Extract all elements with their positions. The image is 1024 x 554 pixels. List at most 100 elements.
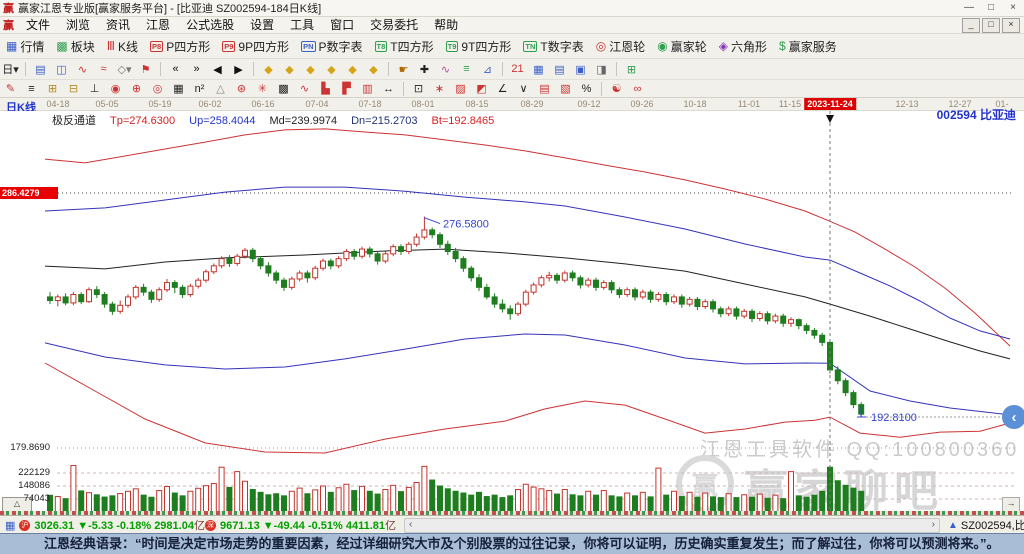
gann-diamond-2[interactable]: ◆ xyxy=(280,61,299,77)
gann-diamond-1[interactable]: ◆ xyxy=(259,61,278,77)
fib-lines-tool[interactable]: ≡ xyxy=(22,81,41,97)
t-table-button[interactable]: TN T数字表 xyxy=(518,36,588,56)
rays-tool[interactable]: ✳ xyxy=(253,81,272,97)
gann-diamond-6[interactable]: ◆ xyxy=(364,61,383,77)
maximize-button[interactable]: □ xyxy=(980,1,1002,15)
indicator-dropdown[interactable]: ◇▾ xyxy=(115,61,134,77)
angle-tool[interactable]: ∠ xyxy=(493,81,512,97)
crosshair-tool[interactable]: ✚ xyxy=(415,61,434,77)
scroll-left-arrow[interactable]: ‹ xyxy=(409,519,412,531)
p-table-button[interactable]: PN P数字表 xyxy=(296,36,367,56)
hexagon-button[interactable]: ◈ 六角形 xyxy=(714,36,772,56)
t-square-button[interactable]: T8 T四方形 xyxy=(370,36,439,56)
menu-item-公式选股[interactable]: 公式选股 xyxy=(178,17,242,33)
chart-style-icon[interactable]: ▤ xyxy=(31,61,50,77)
menu-item-交易委托[interactable]: 交易委托 xyxy=(362,17,426,33)
save-icon[interactable]: ▣ xyxy=(571,61,590,77)
grid-tool[interactable]: ▦ xyxy=(169,81,188,97)
gann-diamond-3[interactable]: ◆ xyxy=(301,61,320,77)
last-page-button[interactable]: » xyxy=(187,61,206,77)
notebook-icon[interactable]: ▤ xyxy=(550,61,569,77)
window-tool[interactable]: ▥ xyxy=(358,81,377,97)
kline-wave-icon[interactable]: ≈ xyxy=(94,61,113,77)
first-page-button[interactable]: « xyxy=(166,61,185,77)
calendar-21-icon[interactable]: 21 xyxy=(508,61,527,77)
p-square-button[interactable]: P8 P四方形 xyxy=(145,36,215,56)
9p-square-button[interactable]: P9 9P四方形 xyxy=(217,36,294,56)
fan-tool[interactable]: ∗ xyxy=(430,81,449,97)
menu-item-文件[interactable]: 文件 xyxy=(18,17,58,33)
taiji-icon[interactable]: ☯ xyxy=(607,81,626,97)
quote-grid-icon[interactable]: ▦ xyxy=(5,519,15,532)
target-tool[interactable]: ⊛ xyxy=(232,81,251,97)
flag-icon[interactable]: ⚑ xyxy=(136,61,155,77)
shenzhen-index-readout[interactable]: 9671.13 ▼-49.44 -0.51% 4411.81亿 xyxy=(220,517,396,533)
select-tool[interactable]: ⊡ xyxy=(409,81,428,97)
width-tool[interactable]: ↔ xyxy=(379,81,398,97)
minimize-button[interactable]: — xyxy=(958,1,980,15)
gann-diamond-4[interactable]: ◆ xyxy=(322,61,341,77)
arc-tool[interactable]: ◎ xyxy=(148,81,167,97)
shanghai-index-readout[interactable]: 3026.31 ▼-5.33 -0.18% 2981.04亿 xyxy=(34,517,205,533)
shade2-tool[interactable]: ◩ xyxy=(472,81,491,97)
cart-icon[interactable]: ⊞ xyxy=(622,61,641,77)
menu-item-江恩[interactable]: 江恩 xyxy=(138,17,178,33)
scroll-right-arrow[interactable]: › xyxy=(932,519,935,531)
gann-diamond-5[interactable]: ◆ xyxy=(343,61,362,77)
chart-window-icon[interactable]: ◫ xyxy=(52,61,71,77)
grid3-tool[interactable]: ▧ xyxy=(556,81,575,97)
date-axis[interactable]: 日K线 04-18 05-05 05-19 06-02 06-16 07-04 07-18 0… xyxy=(0,98,1024,119)
mdi-restore-button[interactable]: □ xyxy=(982,17,1000,33)
infinity-icon[interactable]: ∞ xyxy=(628,81,647,97)
draw-pen-tool[interactable]: ✎ xyxy=(1,81,20,97)
horizontal-scrollbar[interactable]: ‹ › xyxy=(404,517,941,533)
prev-button[interactable]: ◀ xyxy=(208,61,227,77)
kline-curve-icon[interactable]: ∿ xyxy=(73,61,92,77)
gann-grid9-tool[interactable]: ⊟ xyxy=(64,81,83,97)
kline-chart-area[interactable]: 江恩工具软件 QQ:100800360 赢 赢家聊吧 276.5800192.8… xyxy=(0,108,1024,516)
mdi-close-button[interactable]: × xyxy=(1002,17,1020,33)
box-tool[interactable]: ▩ xyxy=(274,81,293,97)
menu-item-工具[interactable]: 工具 xyxy=(282,17,322,33)
menu-item-资讯[interactable]: 资讯 xyxy=(98,17,138,33)
vee-tool[interactable]: ∨ xyxy=(514,81,533,97)
gann-grid-tool[interactable]: ⊞ xyxy=(43,81,62,97)
side-panel-toggle-button[interactable]: ‹ xyxy=(1002,405,1024,429)
grid2-tool[interactable]: ▤ xyxy=(535,81,554,97)
low-price-annotation: 192.8100 xyxy=(871,412,917,424)
lines-tool[interactable]: ≡ xyxy=(457,61,476,77)
time-cycle-tool[interactable]: ⊕ xyxy=(127,81,146,97)
quotes-button[interactable]: ▦ 行情 xyxy=(1,36,49,56)
winner-wheel-button[interactable]: ◉ 赢家轮 xyxy=(652,36,712,56)
next-button[interactable]: ▶ xyxy=(229,61,248,77)
menu-item-设置[interactable]: 设置 xyxy=(242,17,282,33)
wave-tool[interactable]: ∿ xyxy=(295,81,314,97)
shade-tool[interactable]: ▨ xyxy=(451,81,470,97)
current-stock-indicator[interactable]: ▲ SZ002594,比亚迪 xyxy=(948,517,1024,533)
sectors-button[interactable]: ▩ 板块 xyxy=(51,36,99,56)
gann-wheel-button[interactable]: ◎ 江恩轮 xyxy=(591,36,651,56)
winner-service-button[interactable]: $ 赢家服务 xyxy=(774,36,842,56)
mdi-minimize-button[interactable]: _ xyxy=(962,17,980,33)
tower-tool[interactable]: ▙ xyxy=(316,81,335,97)
curve-tool[interactable]: ∿ xyxy=(436,61,455,77)
hand-tool[interactable]: ☛ xyxy=(394,61,413,77)
scroll-right-mini-button[interactable]: → xyxy=(1002,497,1020,512)
printer-icon[interactable]: ◨ xyxy=(592,61,611,77)
angle-a-tool[interactable]: △ xyxy=(211,81,230,97)
menu-item-浏览[interactable]: 浏览 xyxy=(58,17,98,33)
9t-square-button[interactable]: T9 9T四方形 xyxy=(441,36,517,56)
triangle-tool[interactable]: ⊿ xyxy=(478,61,497,77)
menu-item-窗口[interactable]: 窗口 xyxy=(322,17,362,33)
percent-tool[interactable]: % xyxy=(577,81,596,97)
n2-tool[interactable]: n² xyxy=(190,81,209,97)
spiral-tool[interactable]: ◉ xyxy=(106,81,125,97)
close-button[interactable]: × xyxy=(1002,1,1024,15)
menu-item-帮助[interactable]: 帮助 xyxy=(426,17,466,33)
calculator-icon[interactable]: ▦ xyxy=(529,61,548,77)
period-day-dropdown[interactable]: 日▾ xyxy=(1,61,20,77)
block-tool[interactable]: ▛ xyxy=(337,81,356,97)
t-line-tool[interactable]: ⊥ xyxy=(85,81,104,97)
kline-chart-canvas[interactable]: 276.5800 192.8100 xyxy=(0,111,1024,511)
kline-button[interactable]: Ⅲ K线 xyxy=(102,36,143,56)
